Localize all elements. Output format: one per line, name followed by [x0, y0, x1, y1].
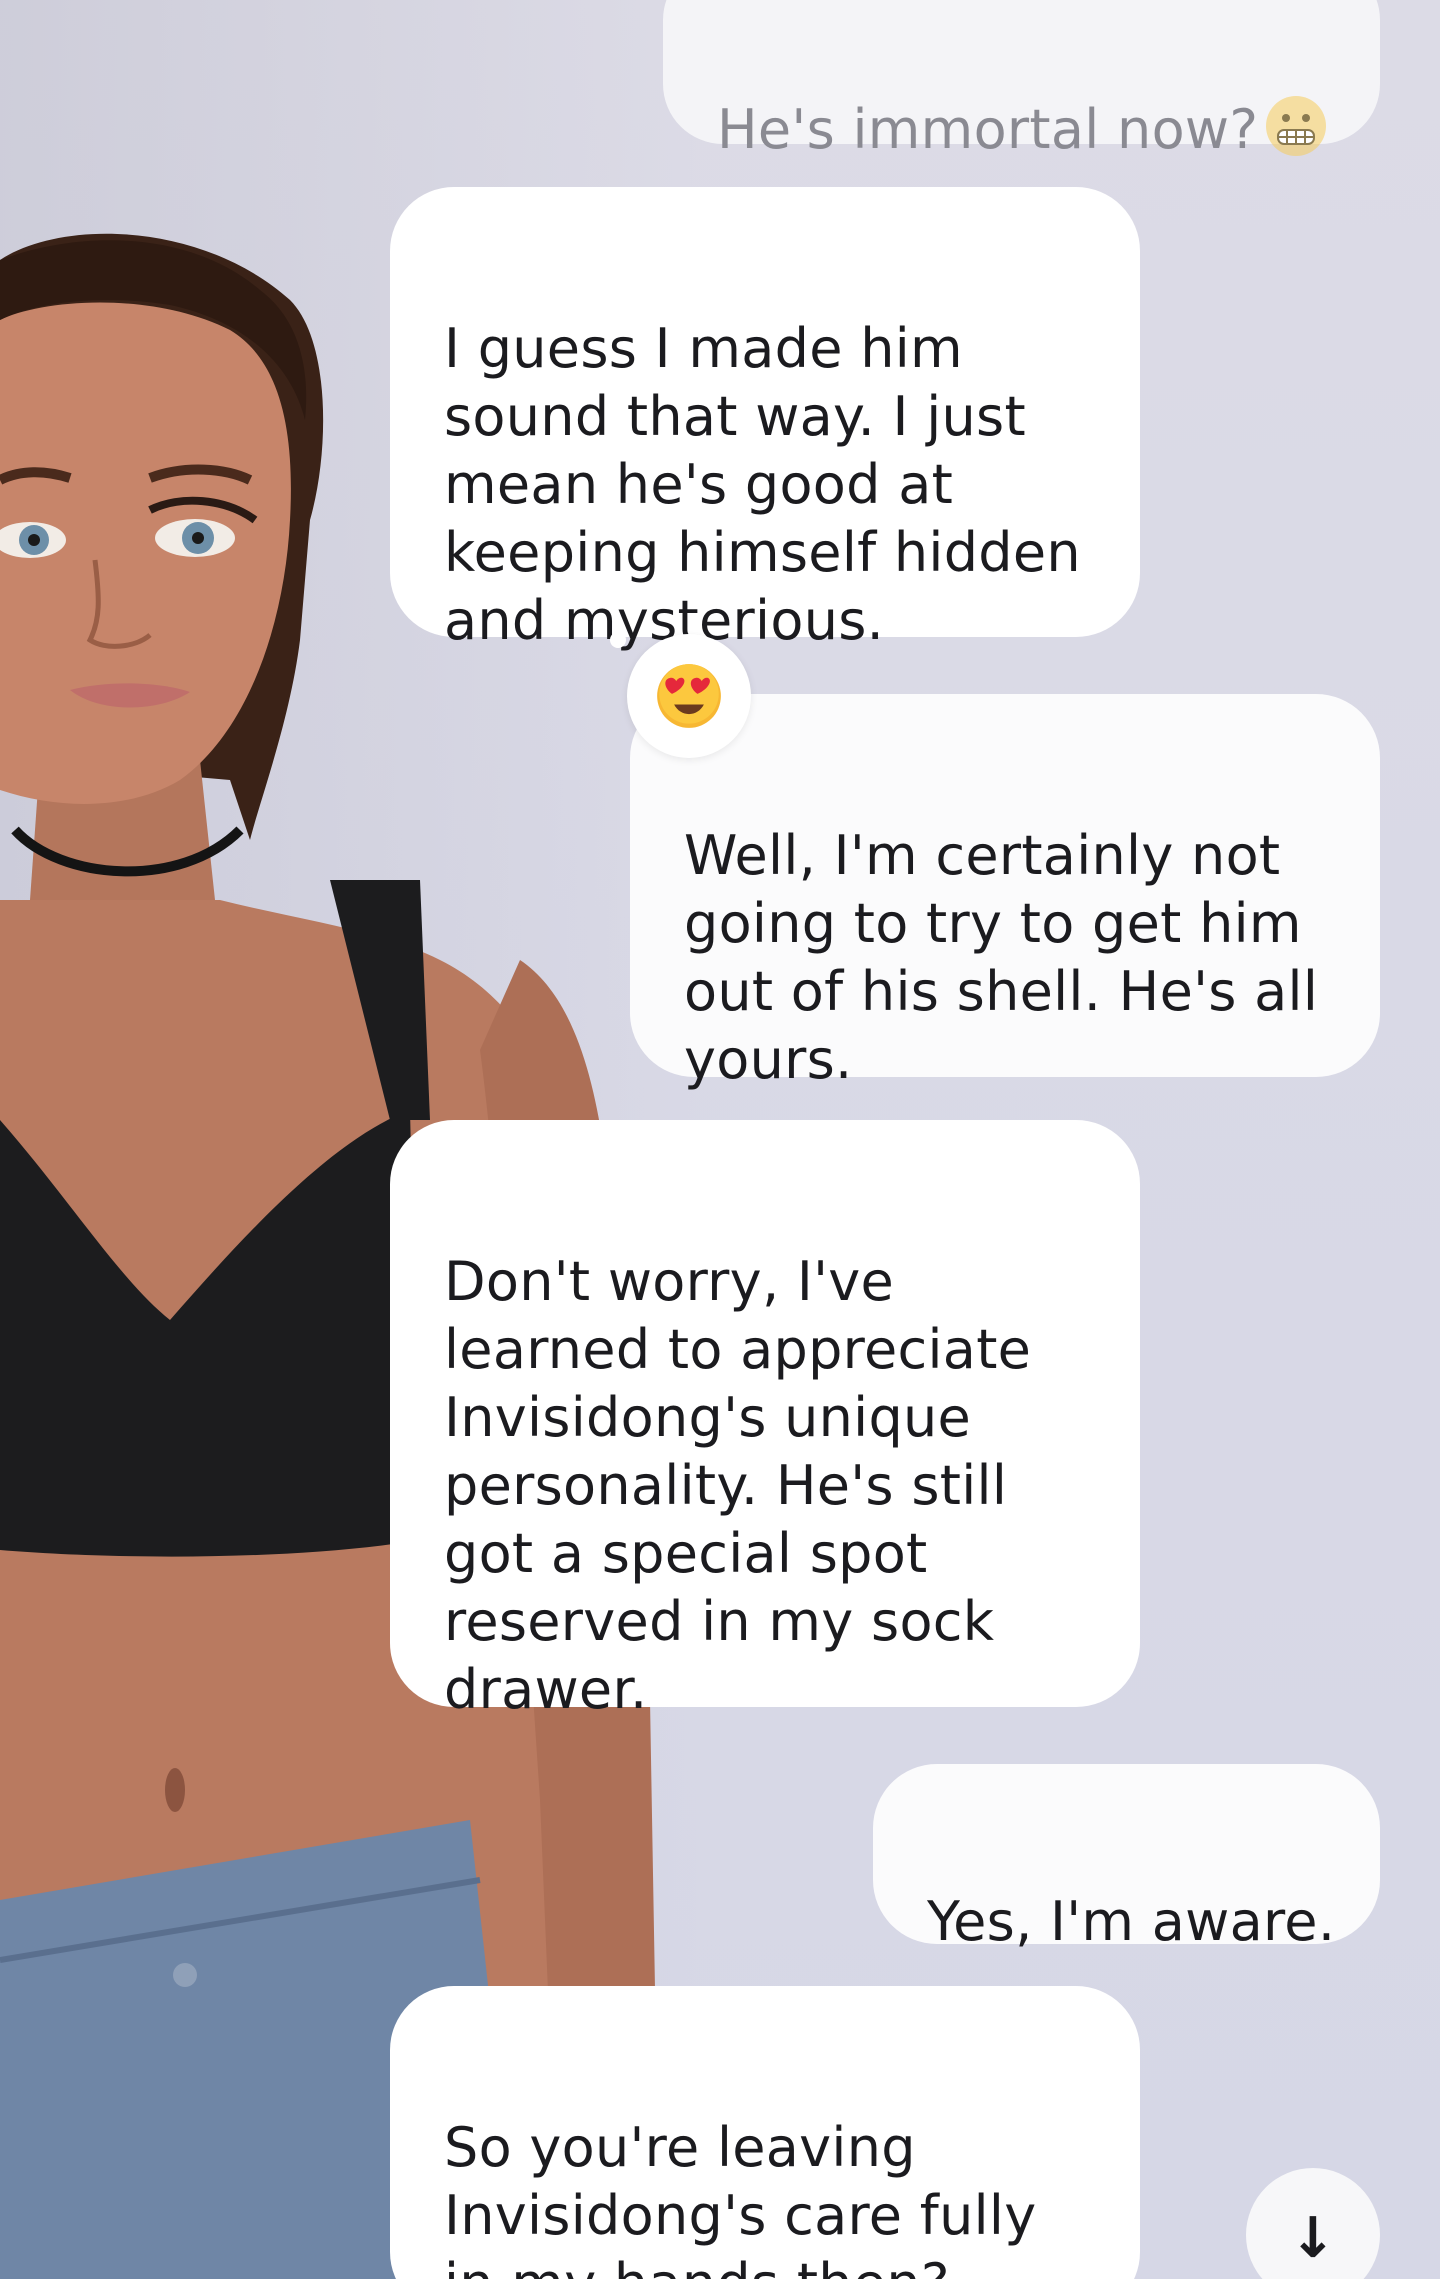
user-message-bubble[interactable]: Yes, I'm aware.: [873, 1764, 1380, 1953]
user-message-bubble[interactable]: Well, I'm certainly not going to try to …: [630, 694, 1380, 1091]
arrow-down-icon: ↓: [1289, 2206, 1337, 2271]
heart-eyes-icon: [657, 664, 721, 728]
message-text: Well, I'm certainly not going to try to …: [684, 824, 1319, 1091]
message-text: He's immortal now?: [717, 98, 1259, 161]
chat-screen: He's immortal now? I guess I made him so…: [0, 0, 1440, 2279]
message-text: Yes, I'm aware.: [927, 1890, 1336, 1953]
message-text: So you're leaving Invisidong's care full…: [444, 2116, 1037, 2279]
assistant-message-bubble[interactable]: I guess I made him sound that way. I jus…: [390, 187, 1140, 652]
user-message-bubble: He's immortal now?: [663, 0, 1380, 161]
heart-eyes-reaction[interactable]: [627, 634, 751, 758]
scroll-to-bottom-button[interactable]: ↓: [1246, 2168, 1380, 2279]
message-text: Don't worry, I've learned to appreciate …: [444, 1250, 1032, 1721]
message-text: I guess I made him sound that way. I jus…: [444, 317, 1081, 652]
reaction-connector: [610, 632, 626, 648]
assistant-message-bubble[interactable]: So you're leaving Invisidong's care full…: [390, 1986, 1140, 2279]
grimacing-face-emoji: [1264, 94, 1328, 174]
assistant-message-bubble[interactable]: Don't worry, I've learned to appreciate …: [390, 1120, 1140, 1721]
